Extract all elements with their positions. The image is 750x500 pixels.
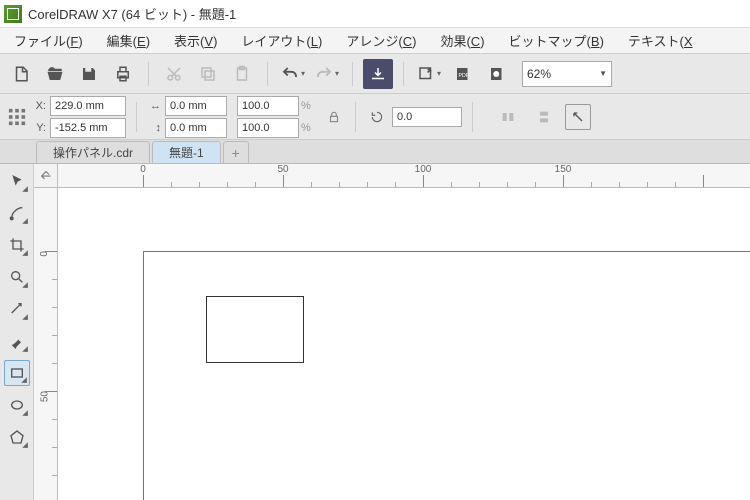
x-position-input[interactable]: 229.0 mm [50, 96, 126, 116]
title-bar: CorelDRAW X7 (64 ビット) - 無題-1 [0, 0, 750, 28]
ruler-origin[interactable] [34, 164, 58, 188]
publish-web-button[interactable] [482, 59, 512, 89]
document-tab[interactable]: 操作パネル.cdr [36, 141, 150, 163]
position-group: X:229.0 mm Y:-152.5 mm [6, 96, 126, 138]
copy-button [193, 59, 223, 89]
rotation-input[interactable]: 0.0 [392, 107, 462, 127]
scale-x-input[interactable]: 100.0 [237, 96, 299, 116]
app-icon [4, 5, 22, 23]
open-button[interactable] [40, 59, 70, 89]
width-input[interactable]: 0.0 mm [165, 96, 227, 116]
separator [403, 62, 404, 86]
vertical-ruler[interactable]: 0 50 [34, 188, 58, 500]
pick-tool[interactable] [4, 168, 30, 194]
height-input[interactable]: 0.0 mm [165, 118, 227, 138]
rotation-icon [366, 106, 388, 128]
paste-button [227, 59, 257, 89]
new-button[interactable] [6, 59, 36, 89]
drawing-canvas[interactable] [58, 188, 750, 500]
publish-pdf-button[interactable]: PDF [448, 59, 478, 89]
separator [267, 62, 268, 86]
window-title: CorelDRAW X7 (64 ビット) - 無題-1 [28, 4, 236, 23]
ellipse-tool[interactable] [4, 392, 30, 418]
import-button[interactable] [363, 59, 393, 89]
undo-button[interactable]: ▾ [278, 59, 308, 89]
standard-toolbar: ▾ ▾ ▾ PDF 62% ▼ [0, 54, 750, 94]
zoom-level-combo[interactable]: 62% ▼ [522, 61, 612, 87]
artistic-media-tool[interactable] [4, 328, 30, 354]
menu-file[interactable]: ファイル(F) [2, 28, 95, 53]
width-icon: ↔ [147, 100, 161, 112]
canvas-area: 0 50 100 150 0 50 [34, 164, 750, 500]
chevron-down-icon: ▼ [599, 69, 607, 78]
separator [352, 62, 353, 86]
menu-effects[interactable]: 効果(C) [428, 28, 496, 53]
separator [355, 102, 356, 132]
rectangle-tool[interactable] [4, 360, 30, 386]
position-grid-icon [6, 106, 28, 128]
document-tab-active[interactable]: 無題-1 [152, 141, 221, 163]
menu-view[interactable]: 表示(V) [162, 28, 229, 53]
page-boundary [143, 251, 750, 500]
separator [472, 102, 473, 132]
document-tabs: 操作パネル.cdr 無題-1 + [0, 140, 750, 164]
export-button[interactable]: ▾ [414, 59, 444, 89]
zoom-tool[interactable] [4, 264, 30, 290]
menu-text[interactable]: テキスト(X [616, 28, 705, 53]
wrap-options-button[interactable] [565, 104, 591, 130]
lock-ratio-button[interactable] [323, 106, 345, 128]
menu-bar: ファイル(F) 編集(E) 表示(V) レイアウト(L) アレンジ(C) 効果(… [0, 28, 750, 54]
workspace: 0 50 100 150 0 50 [0, 164, 750, 500]
freehand-tool[interactable] [4, 296, 30, 322]
scale-group: 100.0% 100.0% [237, 96, 313, 138]
horizontal-ruler[interactable]: 0 50 100 150 [58, 164, 750, 188]
menu-bitmaps[interactable]: ビットマップ(B) [497, 28, 616, 53]
menu-edit[interactable]: 編集(E) [95, 28, 162, 53]
height-icon: ↕ [147, 122, 161, 134]
menu-layout[interactable]: レイアウト(L) [229, 28, 334, 53]
menu-arrange[interactable]: アレンジ(C) [334, 28, 428, 53]
rectangle-shape[interactable] [206, 296, 304, 363]
separator [136, 102, 137, 132]
scale-y-input[interactable]: 100.0 [237, 118, 299, 138]
zoom-value: 62% [527, 67, 551, 81]
redo-button: ▾ [312, 59, 342, 89]
y-position-input[interactable]: -152.5 mm [50, 118, 126, 138]
crop-tool[interactable] [4, 232, 30, 258]
new-document-tab[interactable]: + [223, 141, 249, 163]
size-group: ↔ 0.0 mm ↕ 0.0 mm [147, 96, 227, 138]
property-bar: X:229.0 mm Y:-152.5 mm ↔ 0.0 mm ↕ 0.0 mm 1… [0, 94, 750, 140]
cut-button [159, 59, 189, 89]
toolbox [0, 164, 34, 500]
separator [148, 62, 149, 86]
polygon-tool[interactable] [4, 424, 30, 450]
print-button[interactable] [108, 59, 138, 89]
svg-text:PDF: PDF [459, 73, 470, 79]
shape-tool[interactable] [4, 200, 30, 226]
mirror-vertical-button [529, 102, 559, 132]
rotation-group: 0.0 [366, 106, 462, 128]
save-button[interactable] [74, 59, 104, 89]
mirror-horizontal-button [493, 102, 523, 132]
